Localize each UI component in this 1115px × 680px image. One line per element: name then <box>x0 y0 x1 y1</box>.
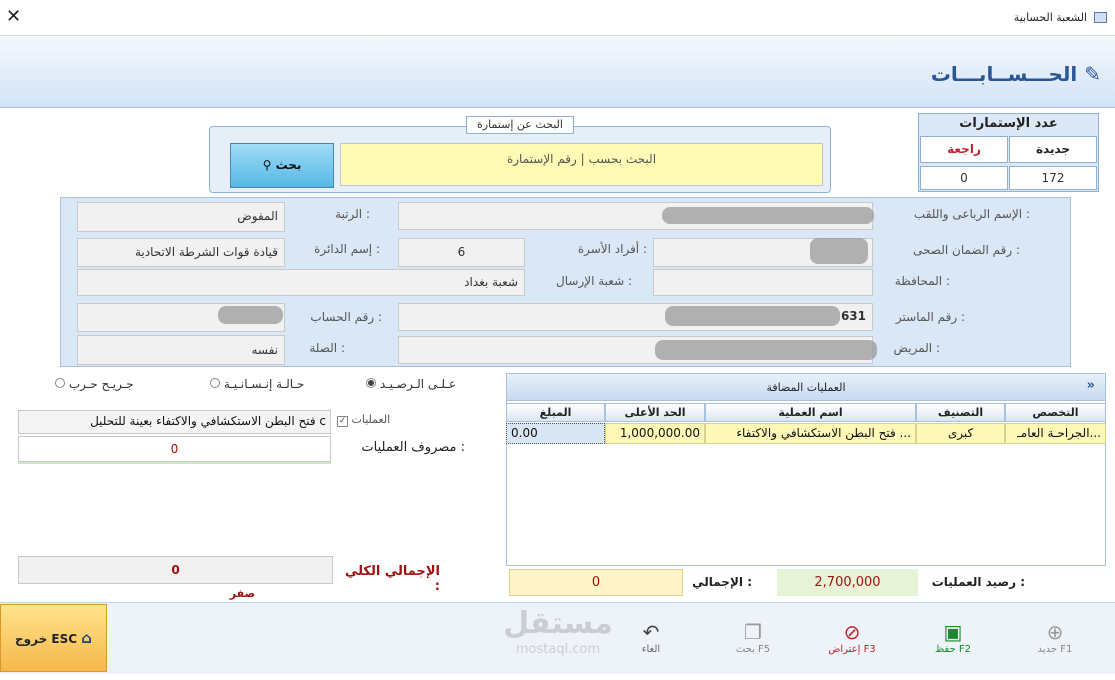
rank-label: الرتبة : <box>335 207 370 221</box>
department-label: إسم الدائرة : <box>314 242 380 256</box>
balance-total-field: 0 <box>509 569 683 596</box>
returned-forms-label: راجعة <box>920 136 1008 163</box>
relation-label: الصلة : <box>309 341 345 355</box>
returned-forms-count[interactable]: 0 <box>920 166 1008 190</box>
added-operations-grid <box>506 373 1106 566</box>
checkbox-check-icon[interactable]: ✓ <box>337 416 348 427</box>
new-button[interactable]: ⊕ جديد F1 <box>1025 620 1085 655</box>
window-title: الشعبة الحسابية <box>1013 11 1087 24</box>
grand-total-field: 0 <box>18 556 333 584</box>
radio-humanitarian[interactable]: حـالـة إنـسـانـيـة <box>210 377 325 391</box>
radio-war-wounded-label: جـريـح حـرب <box>68 377 134 391</box>
col-header-amount[interactable]: المبلغ <box>506 403 605 422</box>
radio-balance[interactable]: عـلـى الـرصـيـد <box>366 377 471 391</box>
sending-branch-field[interactable]: شعبة بغداد <box>77 269 525 296</box>
search-input[interactable]: البحث بحسب | رقم الإستمارة <box>340 143 823 186</box>
collapse-icon[interactable]: » <box>1087 378 1095 393</box>
search-button-label: بحث <box>275 158 302 172</box>
forms-count-title: عدد الإستمارات <box>959 116 1058 131</box>
new-forms-label: جديدة <box>1009 136 1097 163</box>
balance-total-label: الإجمالي : <box>692 575 752 589</box>
health-id-label: رقم الضمان الصحى : <box>913 243 1020 257</box>
undo-icon: ↶ <box>642 620 660 644</box>
province-label: المحافظة : <box>894 274 950 288</box>
object-button[interactable]: ⊘ إعتراض F3 <box>822 620 882 655</box>
master-number-label: رقم الماستر : <box>895 310 965 324</box>
col-header-specialty[interactable]: التخصص <box>1005 403 1106 422</box>
operations-cost-label: مصروف العمليات : <box>361 440 465 455</box>
cancel-button-label: الغاء <box>641 644 661 655</box>
cell-specialty[interactable]: الجراحـة العامـ... <box>1005 423 1106 444</box>
exit-button[interactable]: خروج ESC ⌂ <box>0 604 107 672</box>
new-forms-count[interactable]: 172 <box>1009 166 1097 190</box>
forms-count-panel: عدد الإستمارات جديدة راجعة 172 0 <box>918 113 1099 192</box>
page-header: الحـــســابـــات ✎ <box>0 36 1115 108</box>
new-button-label: جديد F1 <box>1037 644 1073 655</box>
radio-balance-label: عـلـى الـرصـيـد <box>379 377 457 391</box>
grid-title: العمليات المضافة <box>766 381 846 394</box>
col-header-operation[interactable]: اسم العملية <box>705 403 916 422</box>
radio-humanitarian-label: حـالـة إنـسـانـيـة <box>223 377 305 391</box>
home-icon: ⌂ <box>81 629 92 647</box>
watermark: مستقل mostaql.com <box>488 606 628 666</box>
app-icon <box>1094 12 1107 23</box>
page-title: الحـــســابـــات ✎ <box>931 62 1101 86</box>
object-button-label: إعتراض F3 <box>828 644 876 655</box>
family-members-field[interactable]: 6 <box>398 238 525 267</box>
save-button[interactable]: ▣ حفظ F2 <box>923 620 983 655</box>
prohibited-icon: ⊘ <box>843 620 861 644</box>
operations-checkbox[interactable]: ✓ العمليات <box>337 413 417 427</box>
grand-total-words: صفر <box>229 587 256 600</box>
cell-amount[interactable]: 0.00 <box>506 423 605 444</box>
radio-balance-dot[interactable] <box>366 378 376 388</box>
search-toolbar-button[interactable]: ❐ بحث F5 <box>723 620 783 655</box>
title-bar: ✕ الشعبة الحسابية <box>0 0 1115 36</box>
col-header-max[interactable]: الحد الأعلى <box>605 403 705 422</box>
ops-balance-label: رصيد العمليات : <box>931 575 1025 589</box>
patient-label: المريض : <box>893 341 940 355</box>
cell-operation[interactable]: فتح البطن الاستكشافي والاكتفاء ... <box>705 423 916 444</box>
relation-field[interactable]: نفسه <box>77 335 285 365</box>
sending-branch-label: شعبة الإرسال : <box>556 274 632 288</box>
divider <box>18 462 331 464</box>
col-header-category[interactable]: التصنيف <box>916 403 1005 422</box>
operation-select[interactable]: فتح البطن الاستكشافي والاكتفاء بعينة للت… <box>18 410 331 434</box>
operations-cost-field[interactable]: 0 <box>18 436 331 462</box>
family-members-label: أفراد الأسرة : <box>577 242 647 256</box>
watermark-arabic: مستقل <box>503 606 613 641</box>
save-icon: ▣ <box>943 620 963 644</box>
radio-war-wounded-dot[interactable] <box>55 378 65 388</box>
copy-icon: ❐ <box>744 620 762 644</box>
operations-checkbox-label: العمليات <box>351 413 391 426</box>
redacted-blur <box>218 306 283 324</box>
redacted-blur <box>662 207 874 224</box>
page-title-text: الحـــســابـــات <box>930 62 1078 86</box>
exit-button-label: خروج ESC <box>15 632 78 646</box>
redacted-blur <box>655 340 877 360</box>
close-icon[interactable]: ✕ <box>6 6 21 27</box>
edit-icon: ✎ <box>1084 62 1101 86</box>
save-button-label: حفظ F2 <box>934 644 972 655</box>
grand-total-label: الإجمالي الكلي : <box>344 564 440 594</box>
search-icon: ⚲ <box>262 158 272 172</box>
add-icon: ⊕ <box>1046 620 1064 644</box>
redacted-blur <box>665 306 840 326</box>
grid-header: العمليات المضافة » <box>506 373 1106 401</box>
ops-balance-field: 2,700,000 <box>777 569 918 596</box>
search-toolbar-label: بحث F5 <box>735 644 771 655</box>
department-field[interactable]: قيادة قوات الشرطة الاتحادية <box>77 238 285 267</box>
account-number-label: رقم الحساب : <box>310 310 382 324</box>
watermark-latin: mostaql.com <box>515 642 601 657</box>
redacted-blur <box>810 238 868 264</box>
radio-humanitarian-dot[interactable] <box>210 378 220 388</box>
cell-max[interactable]: 1,000,000.00 <box>605 423 705 444</box>
search-button[interactable]: ⚲ بحث <box>230 143 334 188</box>
search-legend: البحث عن إستمارة <box>466 116 574 134</box>
rank-field[interactable]: المفوض <box>77 202 285 232</box>
cell-category[interactable]: كبرى <box>916 423 1005 444</box>
cancel-button[interactable]: ↶ الغاء <box>621 620 681 655</box>
full-name-label: الإسم الرباعى واللقب : <box>913 207 1030 221</box>
province-field[interactable] <box>653 269 873 296</box>
radio-war-wounded[interactable]: جـريـح حـرب <box>55 377 160 391</box>
